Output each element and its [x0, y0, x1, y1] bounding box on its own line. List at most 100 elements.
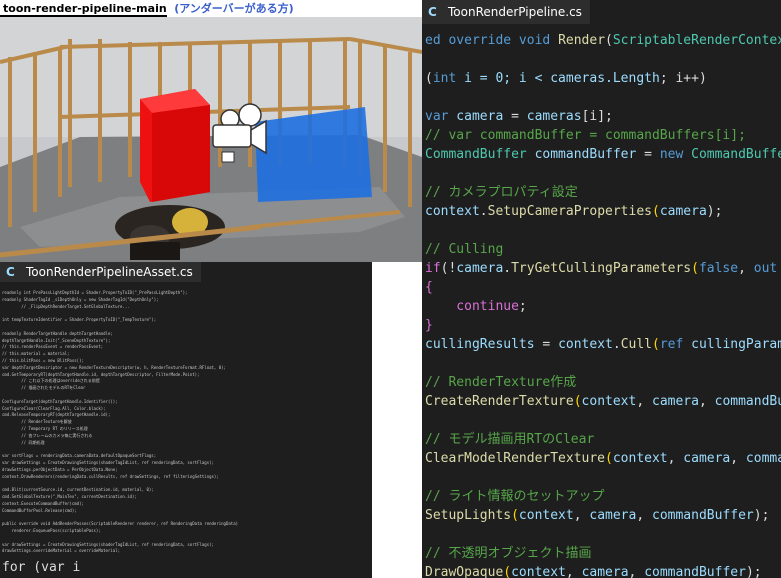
code-line[interactable]: }: [425, 317, 433, 335]
code-line[interactable]: context.DrawRenderers(renderingData.cull…: [2, 474, 219, 480]
tab-label: ToonRenderPipeline.cs: [448, 5, 582, 19]
code-token: (: [425, 71, 433, 86]
code-token: =: [636, 147, 660, 162]
tab-toon-render-pipeline[interactable]: C ToonRenderPipeline.cs: [422, 0, 590, 24]
csharp-file-icon: C: [428, 5, 437, 19]
code-line[interactable]: public override void AddRenderPasses(Scr…: [2, 521, 238, 527]
code-token: (: [503, 565, 512, 578]
code-line[interactable]: // これ以下の処理はoverrideされる前提: [2, 378, 100, 384]
code-line[interactable]: // this.blitPass = new BlitPass();: [2, 358, 84, 364]
code-token: ,: [636, 394, 652, 409]
code-token: (: [652, 337, 660, 352]
code-line[interactable]: int tempTextureIdentifier = Shader.Prope…: [2, 317, 156, 323]
code-line[interactable]: DrawOpaque(context, camera, commandBuffe…: [425, 564, 762, 578]
code-line[interactable]: // ライト情報のセットアップ: [425, 488, 604, 506]
code-editor-left[interactable]: C ToonRenderPipelineAsset.cs readonly int…: [0, 262, 372, 578]
code-line[interactable]: // this.material = material;: [2, 351, 69, 357]
code-token: [i];: [581, 109, 613, 124]
code-line[interactable]: // モデル描画用RTのClear: [425, 431, 594, 449]
code-token: (: [511, 508, 519, 523]
code-line[interactable]: ConfigureClear(ClearFlag.All, Color.blac…: [2, 406, 106, 412]
code-line[interactable]: // 同期処理: [2, 440, 44, 446]
code-token: DrawOpaque: [425, 565, 504, 578]
code-line[interactable]: CreateRenderTexture(context, camera, com…: [425, 393, 781, 411]
code-line[interactable]: cmd.ReleaseTemporaryRT(depthTargetHandle…: [2, 412, 110, 418]
code-line[interactable]: // カメラプロパティ設定: [425, 184, 578, 202]
code-line[interactable]: context.SetupCameraProperties(camera);: [425, 203, 722, 221]
code-line[interactable]: readonly ShaderTagId _s1DepthOnly = new …: [2, 297, 159, 303]
code-token: (: [605, 451, 613, 466]
code-token: TryGetCullingParameters: [511, 261, 692, 276]
code-line[interactable]: readonly int PrePassLightDepthId = Shade…: [2, 290, 187, 296]
code-line[interactable]: // RenderTexture作成: [425, 374, 576, 392]
code-token: commandBuffer: [652, 508, 754, 523]
code-line[interactable]: // this.renderPassEvent = renderPassEven…: [2, 344, 103, 350]
code-line[interactable]: cullingResults = context.Cull(ref cullin…: [425, 336, 781, 354]
code-line[interactable]: SetupLights(context, camera, commandBuff…: [425, 507, 769, 525]
code-line[interactable]: cmd.Blit(currentSource.id, currentDestin…: [2, 487, 154, 493]
code-line[interactable]: var drawSettings = CreateDrawingSettings…: [2, 460, 214, 466]
scene-viewport[interactable]: [0, 17, 422, 262]
code-token: camera: [683, 451, 731, 466]
code-line[interactable]: var sortFlags = renderingData.cameraData…: [2, 453, 156, 459]
code-line[interactable]: ClearModelRenderTexture(context, camera,…: [425, 450, 781, 468]
code-token: ,: [565, 565, 582, 578]
code-token: // var commandBuffer = commandBuffers[i]…: [425, 128, 746, 143]
code-line[interactable]: drawSettings.overrideMaterial = override…: [2, 548, 120, 554]
code-token: Render: [558, 33, 606, 48]
code-line[interactable]: {: [425, 279, 433, 297]
code-line[interactable]: var camera = cameras[i];: [425, 108, 613, 126]
code-line[interactable]: context.ExecuteCommandBuffer(cmd);: [2, 501, 84, 507]
code-line[interactable]: (int i = 0; i < cameras.Length; i++): [425, 70, 707, 88]
blue-wall-object[interactable]: [255, 107, 372, 202]
code-line[interactable]: // RenderTextureを解放: [2, 419, 72, 425]
code-line[interactable]: var drawSettings = CreateDrawingSettings…: [2, 542, 214, 548]
scene-note: (アンダーバーがある方): [174, 2, 294, 15]
code-token: }: [425, 318, 433, 333]
scene-title: toon-render-pipeline-main: [0, 2, 167, 17]
code-token: // RenderTexture作成: [425, 375, 577, 390]
code-line[interactable]: depthTargetHandle.Init("_SceneDepthTextu…: [2, 338, 110, 344]
code-line[interactable]: ed override void Render(ScriptableRender…: [425, 32, 781, 50]
code-token: context: [558, 337, 613, 352]
code-token: ,: [628, 565, 645, 578]
code-line[interactable]: CommandBufferPool.Release(cmd);: [2, 508, 77, 514]
code-line[interactable]: var depthTargetDescriptor = new RenderTe…: [2, 365, 226, 371]
tab-label: ToonRenderPipelineAsset.cs: [26, 265, 193, 279]
code-token: ScriptableRenderContext: [612, 33, 781, 48]
code-line[interactable]: // _FlipDepthRenderTarget.SetGlobalTextu…: [2, 304, 129, 310]
code-line[interactable]: if(!camera.TryGetCullingParameters(false…: [425, 260, 781, 278]
code-token: camera: [589, 508, 637, 523]
code-token: context: [511, 565, 566, 578]
code-token: =: [534, 337, 559, 352]
code-token: i = 0; i < cameras.: [456, 71, 613, 86]
code-line[interactable]: CommandBuffer commandBuffer = new Comman…: [425, 146, 781, 164]
code-line[interactable]: // 描画されたモデルのRTをClear: [2, 385, 85, 391]
code-line[interactable]: cmd.SetGlobalTexture("_MainTex", current…: [2, 494, 137, 500]
code-line[interactable]: // Temporary RT のリリース処理: [2, 426, 87, 432]
code-token: context: [425, 204, 480, 219]
code-token: commandBuffer: [526, 147, 637, 162]
code-line[interactable]: // 不透明オブジェクト描画: [425, 545, 591, 563]
code-token: CommandBuffer: [691, 147, 781, 162]
code-line[interactable]: // Culling: [425, 241, 503, 259]
code-token: cameras: [526, 109, 582, 124]
code-line[interactable]: continue;: [425, 298, 526, 316]
code-line[interactable]: cmd.GetTemporaryRT(depthTargetHandle.id,…: [2, 372, 199, 378]
code-line[interactable]: readonly RenderTargetHandle depthTargetH…: [2, 331, 113, 337]
code-token: out: [753, 261, 778, 276]
code-line[interactable]: ConfigureTarget(depthTargetHandle.Identi…: [2, 399, 118, 405]
code-token: context: [612, 451, 668, 466]
code-token: .: [503, 261, 512, 276]
code-token: );: [706, 204, 723, 219]
code-line[interactable]: // 各フレームのカメラ毎に実行される: [2, 433, 92, 439]
code-line[interactable]: // var commandBuffer = commandBuffers[i]…: [425, 127, 746, 145]
code-line[interactable]: drawSettings.perObjectData = PerObjectDa…: [2, 467, 118, 473]
code-token: camera: [652, 394, 699, 409]
code-editor-right[interactable]: ed override void Render(ScriptableRender…: [422, 0, 781, 578]
tab-toon-render-pipeline-asset[interactable]: C ToonRenderPipelineAsset.cs: [0, 262, 201, 282]
code-line[interactable]: renderer.EnqueuePass(scriptablePass);: [2, 528, 101, 534]
scene-view-panel[interactable]: toon-render-pipeline-main (アンダーバーがある方): [0, 0, 422, 262]
code-token: ,: [667, 451, 684, 466]
code-token: cullingParamete: [691, 337, 781, 352]
